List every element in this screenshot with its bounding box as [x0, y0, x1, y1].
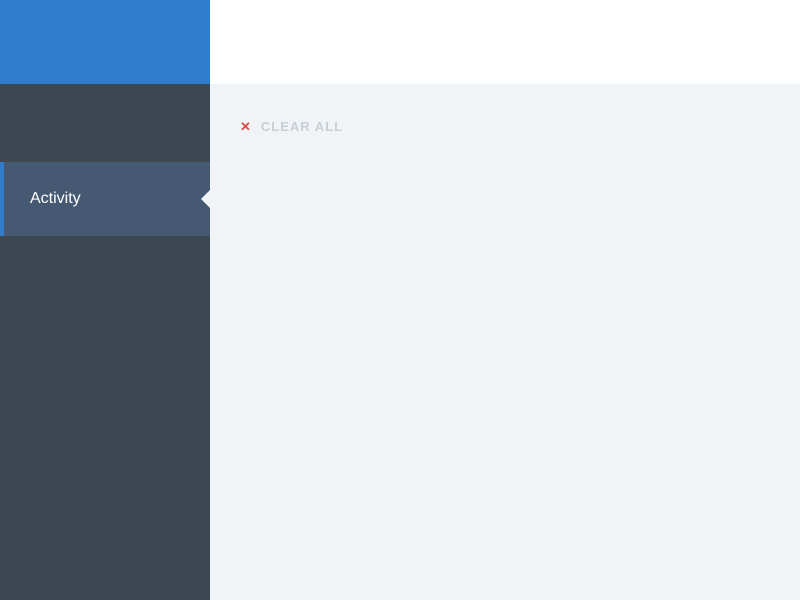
main-area: ✕ CLEAR ALL: [210, 0, 800, 600]
sidebar: Activity: [0, 0, 210, 600]
close-icon: ✕: [240, 120, 251, 133]
main-header: [210, 0, 800, 84]
clear-all-button[interactable]: ✕ CLEAR ALL: [240, 119, 343, 134]
active-indicator-arrow: [201, 189, 211, 209]
sidebar-header: [0, 0, 210, 84]
sidebar-spacer: [0, 84, 210, 162]
main-content: ✕ CLEAR ALL: [210, 84, 800, 600]
clear-all-label: CLEAR ALL: [261, 119, 343, 134]
app-root: Activity ✕ CLEAR ALL: [0, 0, 800, 600]
sidebar-item-label: Activity: [30, 190, 81, 208]
sidebar-item-activity[interactable]: Activity: [0, 162, 210, 236]
